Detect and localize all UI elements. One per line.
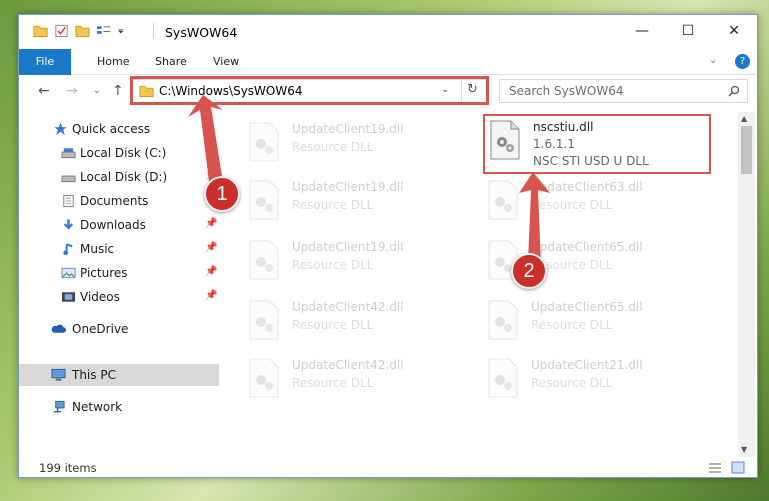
tutorial-overlay [188,95,550,265]
step-badge-1: 1 [204,176,240,212]
step-badge-2: 2 [511,253,547,289]
arrow-2 [519,172,550,265]
